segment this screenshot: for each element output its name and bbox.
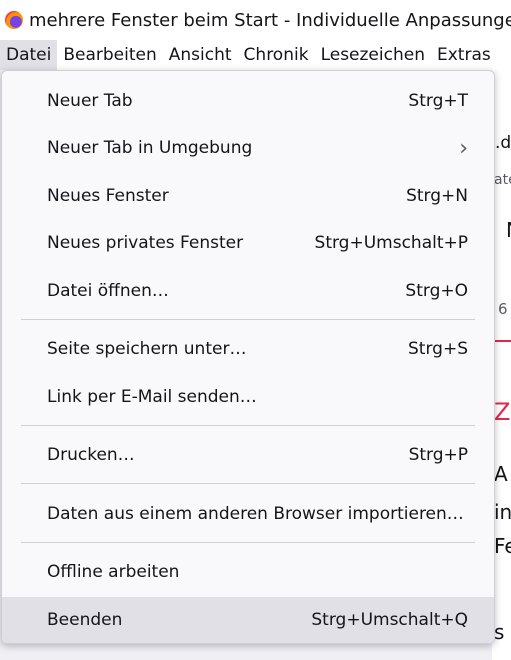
menu-item-shortcut: Strg+N — [406, 186, 468, 206]
menu-item-new-container-tab[interactable]: Neuer Tab in Umgebung › — [2, 126, 494, 170]
menu-item-label: Neuer Tab — [47, 91, 133, 111]
menu-item-label: Beenden — [47, 610, 123, 630]
menu-item-shortcut: Strg+Umschalt+P — [314, 233, 468, 253]
menu-datei[interactable]: Datei — [0, 40, 58, 70]
tab-fragment: ate — [494, 172, 511, 188]
menu-separator — [21, 542, 475, 543]
menu-item-work-offline[interactable]: Offline arbeiten — [2, 550, 494, 594]
menu-item-label: Neuer Tab in Umgebung — [47, 138, 253, 158]
menu-item-shortcut: Strg+Umschalt+Q — [311, 610, 468, 630]
menu-item-new-private-window[interactable]: Neues privates Fenster Strg+Umschalt+P — [2, 221, 494, 265]
menu-item-shortcut: Strg+S — [408, 339, 468, 359]
url-fragment: .d — [495, 133, 511, 153]
menu-item-label: Link per E-Mail senden… — [47, 387, 257, 407]
menu-lesezeichen[interactable]: Lesezeichen — [315, 40, 431, 70]
menu-item-label: Neues Fenster — [47, 186, 169, 206]
menu-item-new-window[interactable]: Neues Fenster Strg+N — [2, 174, 494, 218]
menu-item-label: Drucken… — [47, 445, 135, 465]
menu-item-label: Seite speichern unter… — [47, 339, 247, 359]
file-menu-dropdown: Neuer Tab Strg+T Neuer Tab in Umgebung ›… — [1, 70, 495, 644]
text-fragment-2: in — [494, 500, 511, 524]
menu-item-import-browser-data[interactable]: Daten aus einem anderen Browser importie… — [2, 492, 494, 536]
menu-item-open-file[interactable]: Datei öffnen… Strg+O — [2, 269, 494, 313]
title-bar: mehrere Fenster beim Start - Individuell… — [0, 0, 511, 40]
menu-item-new-tab[interactable]: Neuer Tab Strg+T — [2, 79, 494, 123]
count-fragment: 6 — [498, 300, 508, 318]
menu-item-save-page-as[interactable]: Seite speichern unter… Strg+S — [2, 327, 494, 371]
text-fragment-1: A — [494, 462, 508, 486]
menu-item-print[interactable]: Drucken… Strg+P — [2, 433, 494, 477]
menu-item-label: Neues privates Fenster — [47, 233, 244, 253]
menu-extras[interactable]: Extras — [431, 40, 497, 70]
menu-item-email-link[interactable]: Link per E-Mail senden… — [2, 375, 494, 419]
heading-fragment: N — [506, 218, 511, 242]
menu-chronik[interactable]: Chronik — [238, 40, 315, 70]
link-fragment: Z — [494, 398, 511, 426]
menu-item-label: Daten aus einem anderen Browser importie… — [47, 504, 464, 524]
chevron-right-icon: › — [459, 135, 468, 161]
menu-item-shortcut: Strg+T — [408, 91, 468, 111]
text-fragment-4: s — [494, 620, 505, 644]
text-fragment-3: Fe — [494, 534, 511, 558]
menu-separator — [21, 425, 475, 426]
menu-bearbeiten[interactable]: Bearbeiten — [57, 40, 162, 70]
menu-item-quit[interactable]: Beenden Strg+Umschalt+Q — [2, 597, 494, 643]
menu-ansicht[interactable]: Ansicht — [163, 40, 238, 70]
menu-bar: Datei Bearbeiten Ansicht Chronik Lesezei… — [0, 40, 511, 70]
window-title: mehrere Fenster beim Start - Individuell… — [29, 9, 511, 31]
menu-separator — [21, 483, 475, 484]
menu-separator — [21, 319, 475, 320]
firefox-logo-icon — [5, 11, 23, 29]
menu-item-label: Offline arbeiten — [47, 562, 180, 582]
menu-item-shortcut: Strg+O — [405, 281, 468, 301]
menu-item-shortcut: Strg+P — [408, 445, 468, 465]
menu-item-label: Datei öffnen… — [47, 281, 169, 301]
